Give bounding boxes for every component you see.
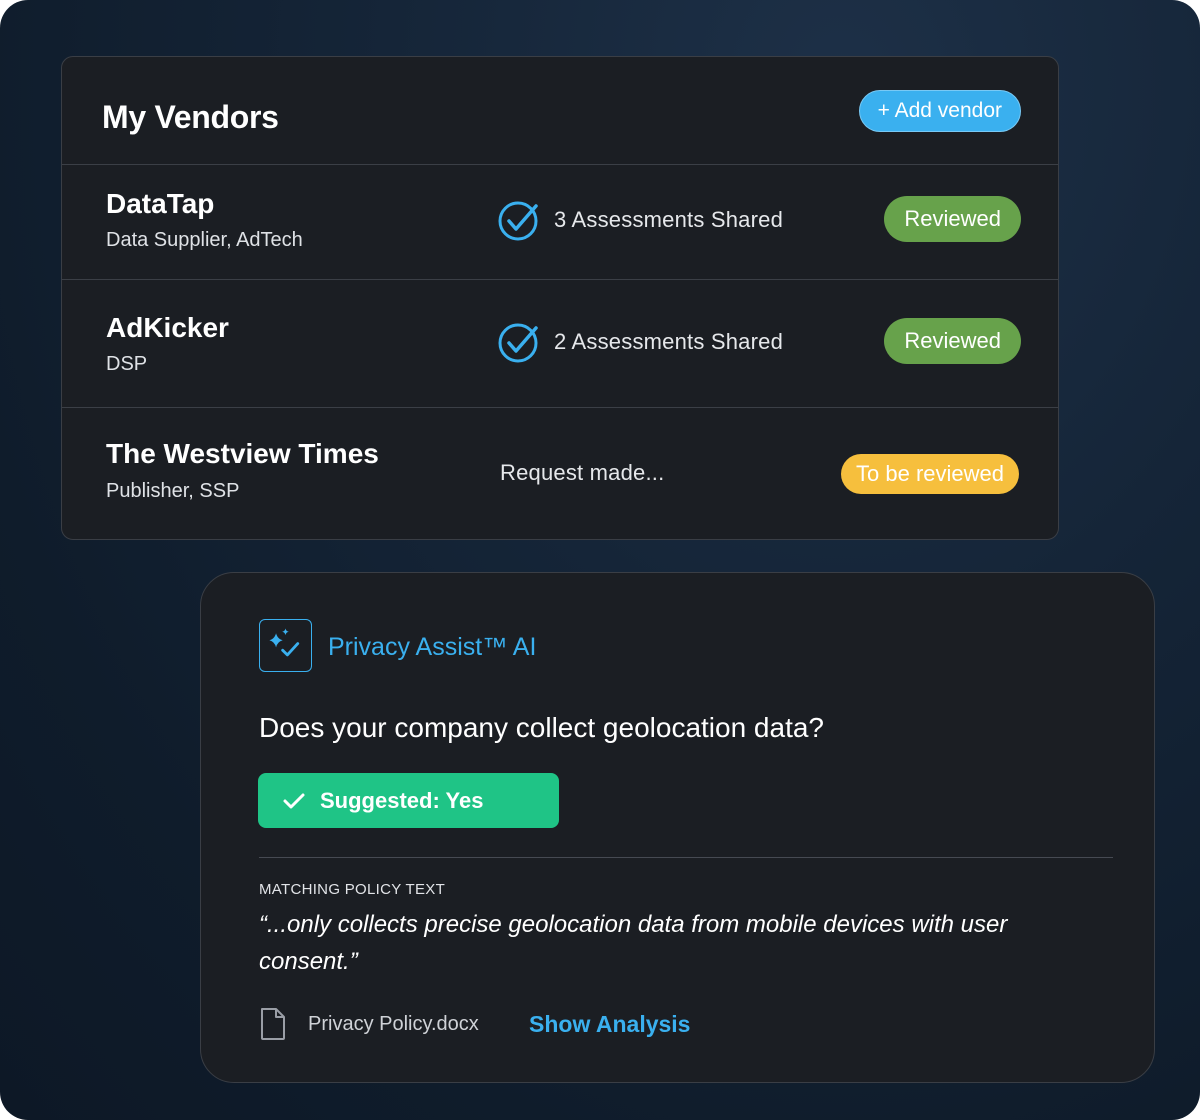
vendor-row-westview-times[interactable]: The Westview Times Publisher, SSP Reques… (62, 408, 1058, 539)
assessment-question: Does your company collect geolocation da… (259, 712, 825, 743)
sparkle-check-icon (259, 619, 312, 672)
document-name[interactable]: Privacy Policy.docx (308, 1013, 479, 1036)
check-circle-icon (498, 201, 538, 241)
assessments-status: 2 Assessments Shared (554, 329, 784, 354)
document-icon (261, 1008, 285, 1040)
vendor-type: Publisher, SSP (106, 480, 240, 502)
suggested-answer[interactable]: Suggested: Yes (258, 773, 559, 828)
vendor-name: The Westview Times (106, 438, 379, 469)
vendor-row-adkicker[interactable]: AdKicker DSP 2 Assessments Shared Review… (62, 280, 1058, 408)
vendor-name: AdKicker (106, 312, 229, 343)
privacy-assist-card: Privacy Assist™ AI Does your company col… (200, 572, 1155, 1083)
page-background: My Vendors + Add vendor DataTap Data Sup… (0, 0, 1200, 1120)
suggested-answer-label: Suggested: Yes (320, 788, 484, 813)
request-status: Request made... (500, 460, 665, 485)
assist-title: Privacy Assist™ AI (328, 633, 537, 661)
assessments-status: 3 Assessments Shared (554, 207, 784, 232)
check-circle-icon (498, 323, 538, 363)
vendor-type: Data Supplier, AdTech (106, 229, 303, 251)
divider (259, 857, 1113, 858)
vendors-header: My Vendors + Add vendor (62, 57, 1058, 165)
show-analysis-link[interactable]: Show Analysis (529, 1011, 690, 1038)
vendors-card: My Vendors + Add vendor DataTap Data Sup… (61, 56, 1059, 540)
vendor-row-datatap[interactable]: DataTap Data Supplier, AdTech 3 Assessme… (62, 165, 1058, 280)
status-badge: To be reviewed (841, 454, 1019, 494)
policy-quote: “...only collects precise geolocation da… (259, 911, 1008, 975)
status-badge: Reviewed (884, 196, 1021, 242)
vendors-title: My Vendors (102, 99, 279, 135)
matching-policy-label: MATCHING POLICY TEXT (259, 881, 446, 898)
add-vendor-button[interactable]: + Add vendor (858, 90, 1021, 132)
vendor-name: DataTap (106, 188, 215, 219)
check-icon (283, 793, 305, 809)
vendor-type: DSP (106, 353, 148, 375)
status-badge: Reviewed (884, 318, 1021, 364)
